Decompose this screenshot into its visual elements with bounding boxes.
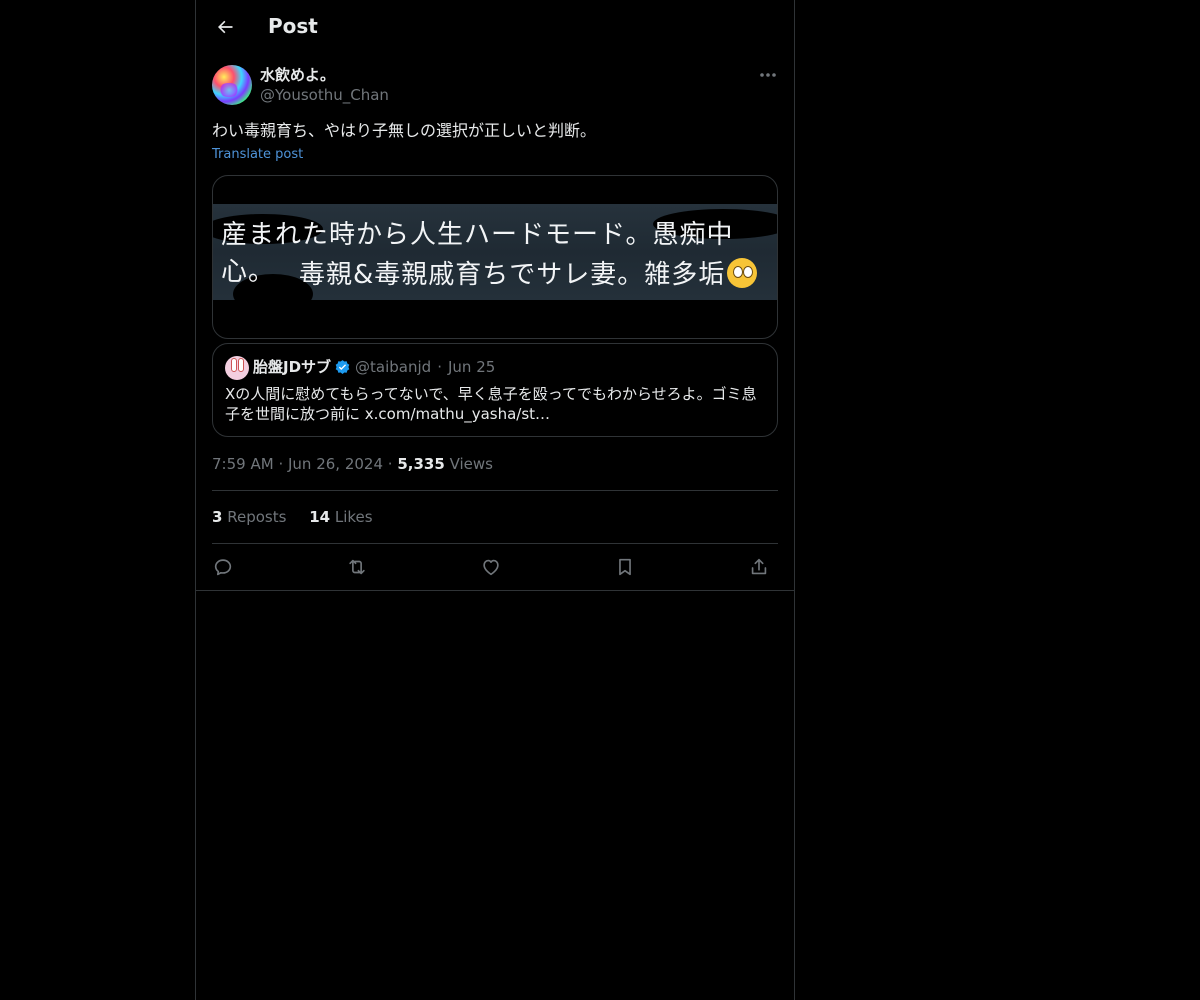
- post-column: Post 水飲めよ。 @Yousothu_Chan わい毒親育ち、やはり子無しの…: [195, 0, 795, 1000]
- quote-author-handle: @taibanjd: [355, 358, 432, 376]
- tweet-text: わい毒親育ち、やはり子無しの選択が正しいと判断。: [212, 121, 597, 140]
- eye-roll-emoji-icon: [727, 258, 758, 288]
- arrow-left-icon: [218, 20, 233, 34]
- verified-badge-icon: [334, 359, 351, 376]
- page-title: Post: [268, 14, 318, 38]
- bookmark-button[interactable]: [612, 554, 638, 580]
- repost-icon: [349, 559, 365, 575]
- like-button[interactable]: [478, 554, 504, 580]
- post-meta: 7:59 AM · Jun 26, 2024 · 5,335 Views: [212, 455, 493, 473]
- engagement-stats: 3 Reposts 14 Likes: [212, 507, 391, 527]
- translate-post-link[interactable]: Translate post: [212, 146, 303, 164]
- quote-author-name[interactable]: 胎盤JDサブ: [253, 357, 331, 377]
- back-button[interactable]: [208, 10, 242, 44]
- reply-button[interactable]: [210, 554, 236, 580]
- views-label: Views: [449, 455, 493, 473]
- bookmark-icon: [619, 558, 631, 576]
- reply-icon: [214, 559, 232, 576]
- post-date[interactable]: Jun 26, 2024: [288, 455, 383, 473]
- tweet-media-image[interactable]: 産まれた時から人生ハードモード。愚痴中心。 毒親&毒親戚育ちでサレ妻。雑多垢: [212, 175, 778, 339]
- ellipsis-icon: [760, 73, 776, 77]
- separator-dot: ·: [437, 358, 442, 376]
- divider: [212, 543, 778, 544]
- post-time[interactable]: 7:59 AM: [212, 455, 274, 473]
- quote-text: Xの人間に慰めてもらってないで、早く息子を殴ってでもわからせろよ。ゴミ息子を世間…: [225, 385, 757, 423]
- likes-count: 14: [309, 508, 331, 526]
- quote-header: 胎盤JDサブ @taibanjd · Jun 25: [253, 357, 495, 377]
- action-bar: [212, 554, 778, 580]
- reposts-label: Reposts: [227, 508, 287, 526]
- author-avatar[interactable]: [212, 65, 252, 105]
- author-name[interactable]: 水飲めよ。: [260, 65, 335, 85]
- share-icon: [751, 558, 767, 575]
- heart-icon: [483, 559, 499, 576]
- share-button[interactable]: [746, 554, 772, 580]
- quoted-post[interactable]: 胎盤JDサブ @taibanjd · Jun 25 Xの人間に慰めてもらってない…: [212, 343, 778, 437]
- post-bottom-border: [196, 590, 794, 591]
- quote-date: Jun 25: [447, 358, 496, 376]
- reposts-stat[interactable]: 3 Reposts: [212, 507, 286, 527]
- post-header: Post: [196, 0, 794, 54]
- likes-stat[interactable]: 14 Likes: [309, 507, 372, 527]
- author-handle[interactable]: @Yousothu_Chan: [260, 85, 389, 105]
- media-caption-line2-wrap: 毒親&毒親戚育ちでサレ妻。雑多垢: [299, 254, 758, 291]
- likes-label: Likes: [334, 508, 373, 526]
- repost-button[interactable]: [344, 554, 370, 580]
- views-count: 5,335: [397, 455, 445, 473]
- divider: [212, 490, 778, 491]
- media-caption-line2: 毒親&毒親戚育ちでサレ妻。雑多垢: [299, 260, 726, 290]
- quote-author-avatar[interactable]: [225, 356, 249, 380]
- reposts-count: 3: [212, 508, 223, 526]
- more-options-button[interactable]: [757, 64, 779, 86]
